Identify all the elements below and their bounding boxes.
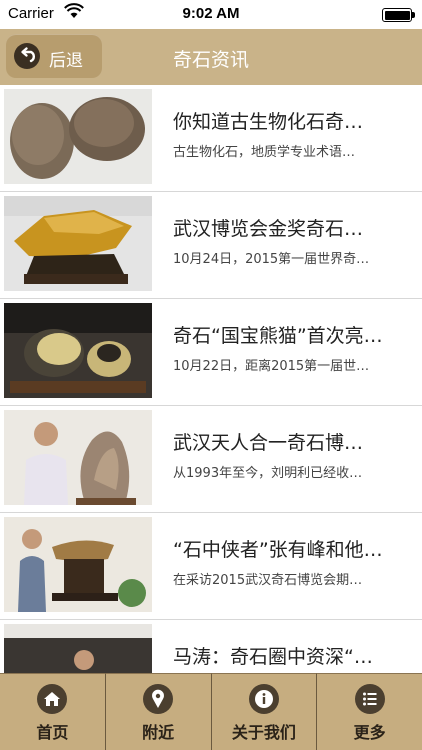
list-item[interactable]: 你知道古生物化石奇… 古生物化石，地质学专业术语…: [0, 85, 422, 192]
tab-more-label: 更多: [353, 723, 386, 742]
article-thumbnail: [4, 410, 152, 505]
battery-icon: [382, 8, 415, 22]
article-list[interactable]: 你知道古生物化石奇… 古生物化石，地质学专业术语… 武汉博览会金奖奇石… 10月…: [0, 85, 422, 673]
list-item[interactable]: 奇石“国宝熊猫”首次亮… 10月22日，距离2015第一届世…: [0, 299, 422, 406]
tab-more[interactable]: 更多: [316, 673, 422, 750]
article-summary: 从1993年至今，刘明利已经收…: [173, 466, 363, 481]
tab-home[interactable]: 首页: [0, 673, 105, 750]
article-thumbnail: [4, 303, 152, 398]
nav-bar: 后退 奇石资讯: [0, 29, 422, 85]
tab-nearby-label: 附近: [142, 723, 175, 742]
article-summary: 在采访2015武汉奇石博览会期…: [173, 573, 363, 588]
article-title: 武汉天人合一奇石博…: [173, 432, 364, 454]
tab-nearby[interactable]: 附近: [104, 673, 211, 750]
article-title: 奇石“国宝熊猫”首次亮…: [173, 325, 383, 347]
article-title: “石中侠者”张有峰和他…: [173, 539, 383, 561]
list-item[interactable]: 马涛：奇石圈中资深“…: [0, 620, 422, 673]
list-item[interactable]: 武汉博览会金奖奇石… 10月24日，2015第一届世界奇…: [0, 192, 422, 299]
list-item[interactable]: “石中侠者”张有峰和他… 在采访2015武汉奇石博览会期…: [0, 513, 422, 620]
status-bar: Carrier 9:02 AM: [0, 0, 422, 29]
location-pin-icon: [143, 684, 174, 714]
article-thumbnail: [4, 517, 152, 612]
article-summary: 10月24日，2015第一届世界奇…: [173, 252, 370, 267]
article-thumbnail: [4, 89, 152, 184]
tab-about-label: 关于我们: [231, 723, 296, 742]
article-thumbnail: [4, 196, 152, 291]
list-item[interactable]: 武汉天人合一奇石博… 从1993年至今，刘明利已经收…: [0, 406, 422, 513]
tab-about[interactable]: 关于我们: [210, 673, 317, 750]
article-thumbnail: [4, 624, 152, 673]
article-title: 你知道古生物化石奇…: [173, 111, 364, 133]
page-title: 奇石资讯: [172, 49, 249, 71]
info-icon: [248, 684, 279, 714]
article-title: 武汉博览会金奖奇石…: [173, 218, 364, 240]
clock: 9:02 AM: [182, 5, 240, 22]
tab-bar: 首页 附近 关于我们 更多: [0, 673, 422, 750]
article-summary: 古生物化石，地质学专业术语…: [173, 145, 356, 160]
article-title: 马涛：奇石圈中资深“…: [173, 646, 373, 668]
list-icon: [354, 684, 385, 714]
tab-home-label: 首页: [36, 723, 69, 742]
article-summary: 10月22日，距离2015第一届世…: [173, 359, 370, 374]
home-icon: [37, 684, 68, 714]
